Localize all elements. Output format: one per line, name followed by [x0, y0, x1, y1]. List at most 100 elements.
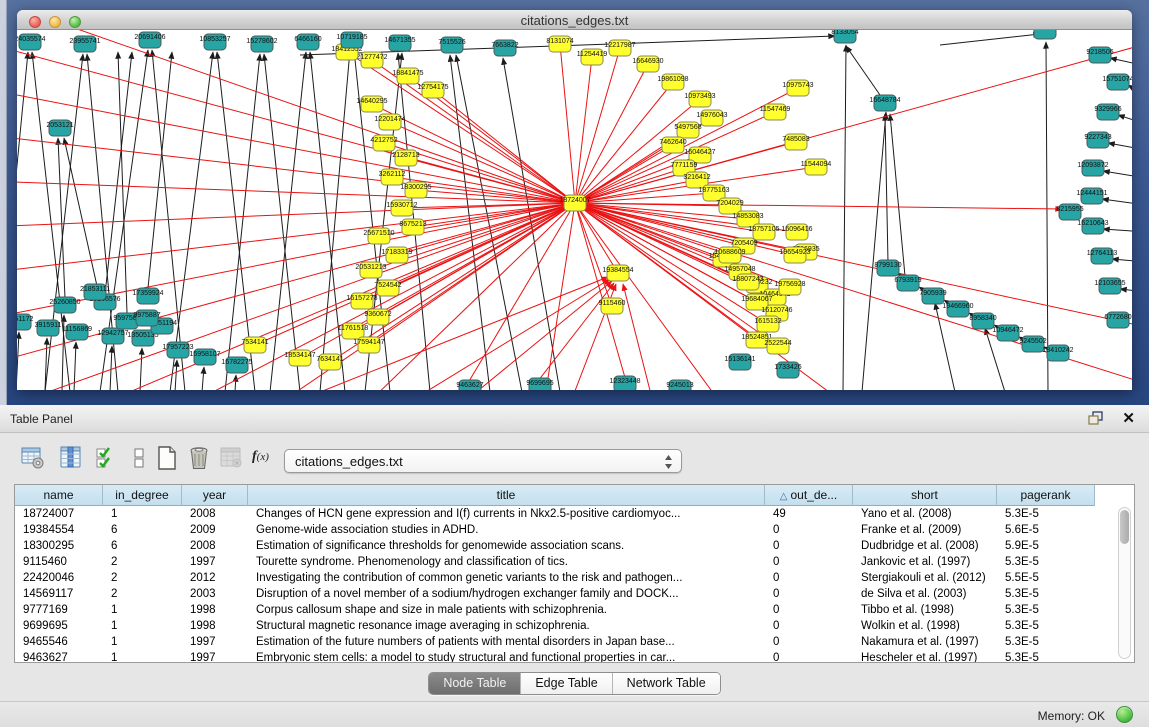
- graph-node-9115460[interactable]: 9115460: [599, 298, 626, 314]
- graph-node-12093872[interactable]: 12093872: [1077, 160, 1108, 176]
- graph-node-24035574[interactable]: 24035574: [17, 34, 46, 50]
- graph-node-8215955[interactable]: 8215955: [1056, 204, 1083, 220]
- column-header-year[interactable]: year: [182, 485, 248, 506]
- graph-node-11547469[interactable]: 11547469: [760, 104, 791, 120]
- graph-node-8675213[interactable]: 8675213: [399, 219, 426, 235]
- graph-node-7515526[interactable]: 7515526: [438, 37, 465, 53]
- graph-node-14640295[interactable]: 14640295: [356, 96, 387, 112]
- table-row[interactable]: 977716911998Corpus callosum shape and si…: [15, 602, 1115, 618]
- citation-graph[interactable]: 1872400712754175188414752127747218412552…: [17, 30, 1132, 390]
- graph-node-7634141[interactable]: 7634141: [316, 354, 343, 370]
- graph-node-9699695[interactable]: 9699695: [526, 378, 553, 390]
- table-row[interactable]: 2242004622012Investigating the contribut…: [15, 570, 1115, 586]
- graph-node-12217987[interactable]: 12217987: [604, 40, 635, 56]
- graph-node-18724007[interactable]: 18724007: [559, 195, 590, 211]
- graph-node-2053121[interactable]: 2053121: [46, 120, 73, 136]
- graph-node-16210643[interactable]: 16210643: [1077, 218, 1108, 234]
- graph-node-9329966[interactable]: 9329966: [1094, 104, 1121, 120]
- graph-node-21277472[interactable]: 21277472: [356, 52, 387, 68]
- graph-node-18410242[interactable]: 18410242: [1042, 345, 1073, 361]
- graph-node-7534141[interactable]: 7534141: [241, 337, 268, 353]
- graph-node-8133054[interactable]: 8133054: [831, 30, 858, 43]
- graph-node-15930712[interactable]: 15930712: [386, 200, 417, 216]
- graph-node-18841475[interactable]: 18841475: [392, 68, 423, 84]
- table-row[interactable]: 969969511998Structural magnetic resonanc…: [15, 618, 1115, 634]
- table-row[interactable]: 1830029562008Estimation of significance …: [15, 538, 1115, 554]
- tab-node-table[interactable]: Node Table: [429, 673, 521, 694]
- graph-node-9227343[interactable]: 9227343: [1084, 132, 1111, 148]
- graph-node-18807243[interactable]: 18807243: [732, 274, 763, 290]
- row-height-icon[interactable]: [126, 445, 152, 473]
- column-header-in_degree[interactable]: in_degree: [103, 485, 182, 506]
- table-row[interactable]: 1938455462009Genome-wide association stu…: [15, 522, 1115, 538]
- tab-edge-table[interactable]: Edge Table: [521, 673, 612, 694]
- function-builder-icon[interactable]: f(x): [252, 449, 278, 477]
- graph-node-20531213[interactable]: 20531213: [355, 262, 386, 278]
- table-row[interactable]: 1456911722003Disruption of a novel membe…: [15, 586, 1115, 602]
- column-header-pagerank[interactable]: pagerank: [997, 485, 1095, 506]
- graph-node-17183319[interactable]: 17183319: [381, 247, 412, 263]
- table-row[interactable]: 946362711997Embryonic stem cells: a mode…: [15, 650, 1115, 663]
- graph-node-6466160[interactable]: 6466160: [294, 34, 321, 50]
- graph-node-19654923[interactable]: 19654923: [779, 247, 810, 263]
- graph-node-12942757[interactable]: 12942757: [97, 328, 128, 344]
- table-row[interactable]: 911546021997Tourette syndrome. Phenomeno…: [15, 554, 1115, 570]
- graph-node-3262112[interactable]: 3262112: [379, 169, 406, 185]
- graph-node-9218506[interactable]: 9218506: [1086, 47, 1113, 63]
- graph-node-3915911[interactable]: 3915911: [35, 320, 62, 336]
- graph-node-25260850[interactable]: 25260850: [49, 297, 80, 313]
- float-panel-icon[interactable]: [1088, 411, 1105, 426]
- graph-node-9360672[interactable]: 9360672: [364, 309, 391, 325]
- graph-node-17594147[interactable]: 17594147: [353, 337, 384, 353]
- graph-node-1733426[interactable]: 1733426: [774, 362, 801, 378]
- graph-node-12754175[interactable]: 12754175: [417, 82, 448, 98]
- graph-node-12103655[interactable]: 12103655: [1094, 278, 1125, 294]
- delete-icon[interactable]: [186, 445, 212, 473]
- graph-node-16083809[interactable]: 16083809: [1029, 30, 1060, 39]
- window-titlebar[interactable]: citations_edges.txt: [17, 10, 1132, 30]
- tab-network-table[interactable]: Network Table: [613, 673, 720, 694]
- graph-node-2522544[interactable]: 2522544: [764, 338, 791, 354]
- graph-node-4212752[interactable]: 4212752: [370, 135, 397, 151]
- graph-node-7462640[interactable]: 7462640: [659, 137, 686, 153]
- table-row[interactable]: 1872400712008Changes of HCN gene express…: [15, 506, 1115, 522]
- graph-node-7905939[interactable]: 7905939: [919, 288, 946, 304]
- column-header-out_de[interactable]: △out_de...: [765, 485, 853, 506]
- graph-node-12323448[interactable]: 12323448: [609, 376, 640, 390]
- graph-node-7524542[interactable]: 7524542: [374, 280, 401, 296]
- graph-node-19861098[interactable]: 19861098: [657, 74, 688, 90]
- graph-node-19384554[interactable]: 19384554: [602, 265, 633, 281]
- graph-node-23955741[interactable]: 23955741: [69, 36, 100, 52]
- graph-node-1615132[interactable]: 1615132: [754, 316, 781, 332]
- graph-node-10853257[interactable]: 10853257: [199, 34, 230, 50]
- graph-node-18757105[interactable]: 18757105: [748, 224, 779, 240]
- graph-node-6772680[interactable]: 6772680: [1104, 312, 1131, 328]
- vertical-scrollbar[interactable]: [1118, 507, 1131, 659]
- graph-node-15136141[interactable]: 15136141: [724, 354, 755, 370]
- graph-node-15278602[interactable]: 15278602: [246, 36, 277, 52]
- network-canvas[interactable]: 1872400712754175188414752127747218412552…: [17, 30, 1132, 390]
- table-row[interactable]: 946554611997Estimation of the future num…: [15, 634, 1115, 650]
- graph-node-10719185[interactable]: 10719185: [336, 32, 367, 48]
- select-rows-icon[interactable]: [94, 445, 120, 473]
- graph-node-8131074[interactable]: 8131074: [546, 36, 573, 52]
- close-panel-icon[interactable]: ✕: [1122, 409, 1135, 427]
- graph-node-17359924[interactable]: 17359924: [132, 288, 163, 304]
- graph-node-9463627[interactable]: 9463627: [456, 380, 483, 390]
- graph-node-16157278[interactable]: 16157278: [346, 293, 377, 309]
- graph-node-8799130[interactable]: 8799130: [874, 260, 901, 276]
- table-selector-combobox[interactable]: citations_edges.txt: [284, 449, 682, 473]
- graph-node-15958107[interactable]: 15958107: [189, 349, 220, 365]
- graph-node-14671355[interactable]: 14671355: [384, 35, 415, 51]
- new-table-icon[interactable]: [154, 445, 180, 473]
- graph-node-21853111[interactable]: 21853111: [80, 284, 110, 300]
- graph-node-6793919[interactable]: 6793919: [894, 275, 921, 291]
- column-select-icon[interactable]: [58, 445, 84, 473]
- graph-node-16646930[interactable]: 16646930: [632, 56, 663, 72]
- table-settings-icon[interactable]: [20, 445, 46, 473]
- graph-node-12764113[interactable]: 12764113: [1087, 248, 1118, 264]
- graph-node-9975887[interactable]: 9975887: [133, 310, 160, 326]
- delete-table-icon[interactable]: [218, 445, 244, 473]
- graph-node-11544094[interactable]: 11544094: [801, 159, 832, 175]
- memory-ok-indicator-icon[interactable]: [1116, 706, 1133, 723]
